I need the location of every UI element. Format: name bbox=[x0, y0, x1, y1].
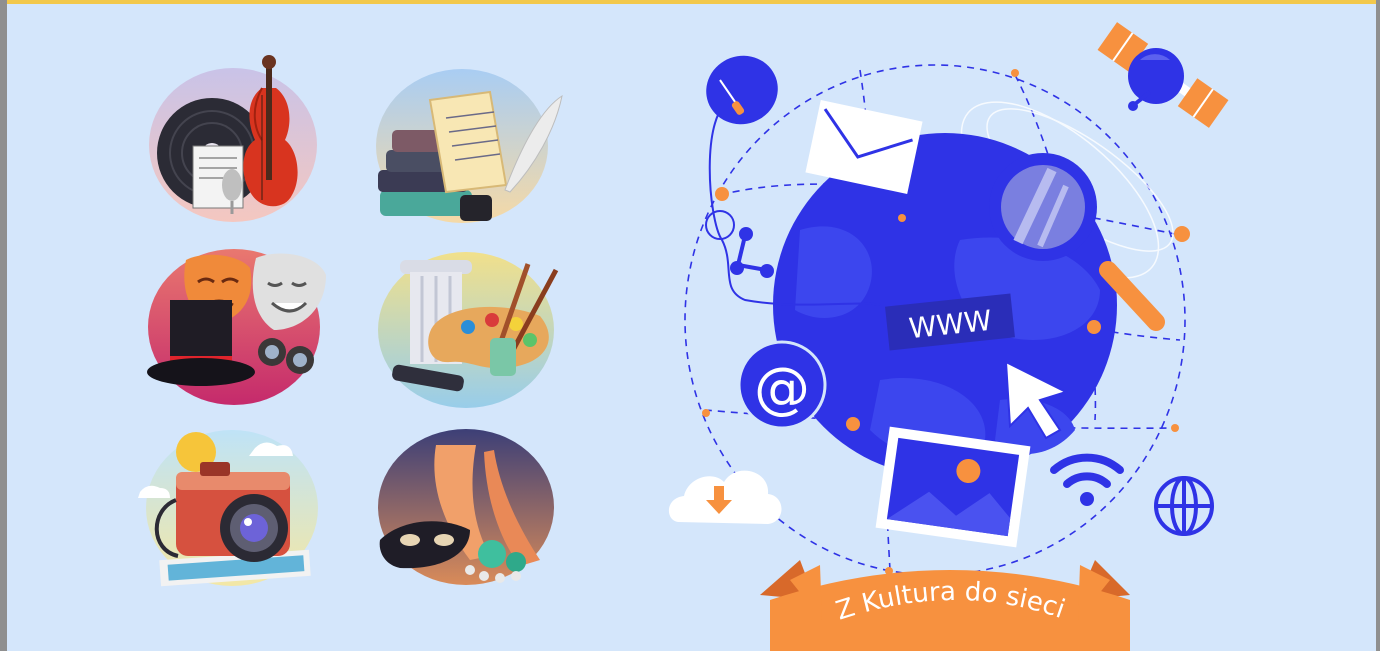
dance-icon bbox=[378, 429, 554, 585]
satellite-icon bbox=[1097, 22, 1229, 128]
cloud-download-icon bbox=[668, 470, 782, 524]
wifi-icon bbox=[1050, 453, 1124, 506]
share-icon bbox=[730, 227, 774, 278]
music-icon bbox=[149, 55, 317, 222]
illustration-art: @ WWW Z Kultura do sieci bbox=[138, 22, 1229, 651]
painting-icon bbox=[378, 252, 559, 408]
at-symbol: @ bbox=[754, 356, 810, 421]
theatre-icon bbox=[147, 249, 326, 405]
image-icon bbox=[875, 426, 1031, 548]
envelope-icon bbox=[805, 99, 923, 195]
at-icon: @ bbox=[737, 340, 827, 430]
ribbon-banner: Z Kultura do sieci bbox=[760, 560, 1130, 651]
literature-icon bbox=[376, 69, 563, 223]
globe-icon bbox=[1154, 476, 1214, 536]
photography-icon bbox=[138, 430, 318, 587]
illustration-canvas: @ WWW Z Kultura do sieci bbox=[0, 0, 1380, 651]
